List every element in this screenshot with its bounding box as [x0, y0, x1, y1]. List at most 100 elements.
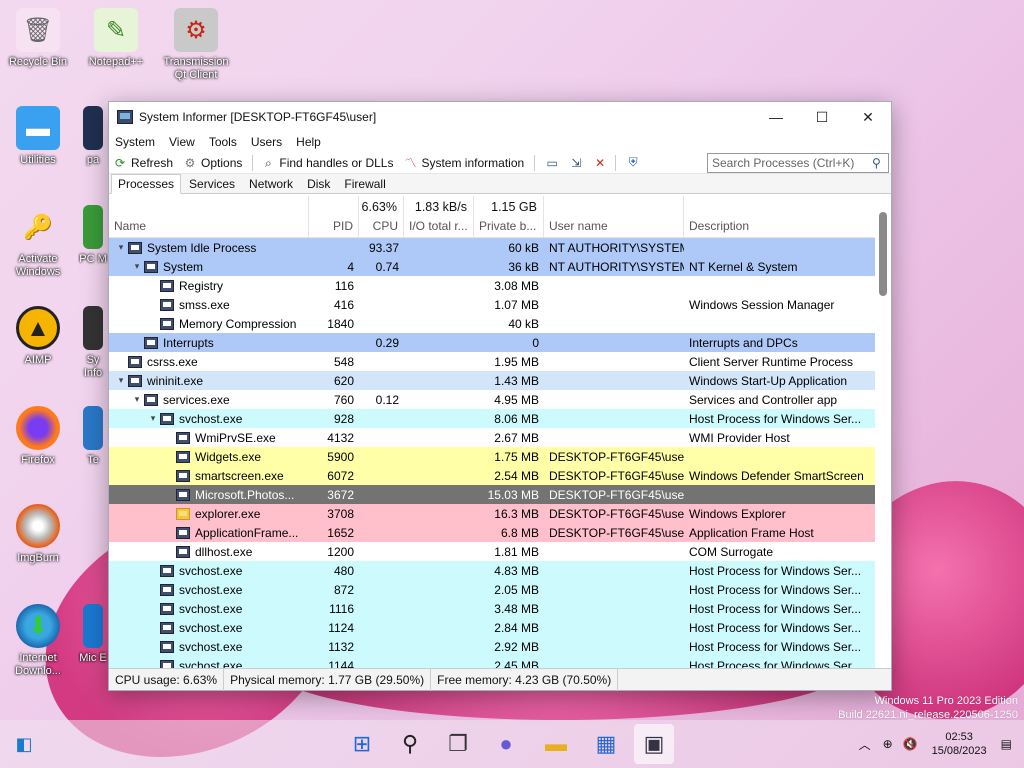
- desktop-icon-activate-windows[interactable]: 🔑 Activate Windows: [0, 205, 76, 279]
- process-cpu: 0.74: [375, 259, 399, 274]
- process-description: Interrupts and DPCs: [689, 335, 798, 350]
- desktop-icon-te[interactable]: Te: [78, 406, 108, 467]
- system-informer-taskbar-icon[interactable]: ▣: [634, 724, 674, 764]
- store-icon[interactable]: ▦: [586, 724, 626, 764]
- process-row[interactable]: Interrupts 0.29 0 Interrupts and DPCs: [109, 333, 875, 352]
- tab-services[interactable]: Services: [183, 175, 241, 193]
- desktop-icon-internet-download-manager[interactable]: ⬇ Internet Downlo...: [0, 604, 76, 678]
- process-row[interactable]: ▾ wininit.exe 620 1.43 MB Windows Start-Up A…: [109, 371, 875, 390]
- menu-tools[interactable]: Tools: [209, 135, 237, 149]
- process-row[interactable]: svchost.exe 1116 3.48 MB Host Process for W…: [109, 599, 875, 618]
- desktop-icon-pc-m[interactable]: PC M: [78, 205, 108, 266]
- status-cpu-usage: CPU usage: 6.63%: [109, 668, 225, 691]
- options-button[interactable]: ⚙ Options: [183, 156, 243, 170]
- process-row[interactable]: dllhost.exe 1200 1.81 MB COM Surrogate: [109, 542, 875, 561]
- desktop-icon-utilities[interactable]: ▬ Utilities: [0, 106, 76, 167]
- process-row[interactable]: svchost.exe 1132 2.92 MB Host Process for W…: [109, 637, 875, 656]
- close-button[interactable]: ✕: [845, 102, 891, 132]
- process-row[interactable]: svchost.exe 872 2.05 MB Host Process for Wi…: [109, 580, 875, 599]
- title-bar[interactable]: System Informer [DESKTOP-FT6GF45\user] —…: [109, 102, 891, 132]
- menu-users[interactable]: Users: [251, 135, 282, 149]
- search-input[interactable]: Search Processes (Ctrl+K) ⚲: [707, 152, 889, 173]
- process-row[interactable]: smartscreen.exe 6072 2.54 MB DESKTOP-FT6GF4…: [109, 466, 875, 485]
- process-icon: [160, 583, 174, 596]
- menu-help[interactable]: Help: [296, 135, 321, 149]
- desktop-icon-notepad-plus-plus[interactable]: ✎ Notepad++: [78, 8, 154, 69]
- teams-chat-icon[interactable]: ●: [486, 724, 526, 764]
- process-row[interactable]: Widgets.exe 5900 1.75 MB DESKTOP-FT6GF45\us…: [109, 447, 875, 466]
- expand-arrow-icon[interactable]: ▾: [130, 261, 144, 272]
- system-information-button[interactable]: 〽 System information: [403, 156, 524, 170]
- process-row[interactable]: ▾ System 4 0.74 36 kB NT AUTHORITY\SYSTEM NT K…: [109, 257, 875, 276]
- expand-arrow-icon[interactable]: ▾: [146, 413, 160, 424]
- process-row[interactable]: svchost.exe 1124 2.84 MB Host Process for W…: [109, 618, 875, 637]
- process-row[interactable]: Registry 116 3.08 MB: [109, 276, 875, 295]
- tab-firewall[interactable]: Firewall: [338, 175, 391, 193]
- menu-view[interactable]: View: [169, 135, 195, 149]
- process-private-bytes: 2.84 MB: [494, 620, 539, 635]
- find-handles-button[interactable]: ⌕ Find handles or DLLs: [261, 156, 393, 170]
- start-icon[interactable]: ⊞: [342, 724, 382, 764]
- process-pid: 1840: [327, 316, 354, 331]
- minimize-button[interactable]: —: [753, 102, 799, 132]
- column-cpu[interactable]: 6.63% CPU: [359, 196, 404, 237]
- tab-disk[interactable]: Disk: [301, 175, 336, 193]
- file-explorer-icon[interactable]: ▬: [536, 724, 576, 764]
- process-row[interactable]: ApplicationFrame... 1652 6.8 MB DESKTOP-FT6…: [109, 523, 875, 542]
- expand-arrow-icon[interactable]: ▾: [114, 242, 128, 253]
- tab-network[interactable]: Network: [243, 175, 299, 193]
- shield-icon[interactable]: ⛨: [624, 155, 642, 171]
- window-arrow-icon[interactable]: ⇲: [567, 155, 585, 171]
- process-row[interactable]: explorer.exe 3708 16.3 MB DESKTOP-FT6GF45\u…: [109, 504, 875, 523]
- column-name[interactable]: Name: [109, 196, 309, 237]
- vertical-scrollbar[interactable]: [879, 212, 887, 296]
- expand-arrow-icon[interactable]: ▾: [130, 394, 144, 405]
- desktop-icon-recycle-bin[interactable]: 🗑 Recycle Bin: [0, 8, 76, 69]
- clock[interactable]: 02:53 15/08/2023: [932, 730, 987, 758]
- process-row[interactable]: ▾ svchost.exe 928 8.06 MB Host Process for W…: [109, 409, 875, 428]
- process-row[interactable]: svchost.exe 480 4.83 MB Host Process for Wi…: [109, 561, 875, 580]
- search-icon[interactable]: ⚲: [390, 724, 430, 764]
- menu-system[interactable]: System: [115, 135, 155, 149]
- process-row[interactable]: Microsoft.Photos... 3672 15.03 MB DESKTOP-F…: [109, 485, 875, 504]
- chevron-up-icon[interactable]: ︿: [859, 736, 871, 753]
- widgets-icon[interactable]: ◧: [4, 724, 44, 764]
- column-private-bytes[interactable]: 1.15 GB Private b...: [474, 196, 544, 237]
- desktop-icon-transmission[interactable]: ⚙ Transmission Qt Client: [158, 8, 234, 82]
- desktop-icon-pa[interactable]: pa: [78, 106, 108, 167]
- process-row[interactable]: smss.exe 416 1.07 MB Windows Session Manage…: [109, 295, 875, 314]
- terminate-icon[interactable]: ✕: [591, 155, 609, 171]
- desktop-icon-aimp[interactable]: ▲ AIMP: [0, 306, 76, 367]
- desktop-icon-sy-info[interactable]: Sy Info: [78, 306, 108, 380]
- process-row[interactable]: WmiPrvSE.exe 4132 2.67 MB WMI Provider Host: [109, 428, 875, 447]
- column-io[interactable]: 1.83 kB/s I/O total r...: [404, 196, 474, 237]
- process-row[interactable]: ▾ services.exe 760 0.12 4.95 MB Services and …: [109, 390, 875, 409]
- process-icon: [128, 355, 142, 368]
- globe-icon[interactable]: ⊕: [883, 737, 893, 751]
- speaker-muted-icon[interactable]: 🔇: [903, 737, 918, 751]
- process-icon: [160, 317, 174, 330]
- desktop-icon-imgburn[interactable]: ImgBurn: [0, 504, 76, 565]
- desktop-icon-firefox[interactable]: Firefox: [0, 406, 76, 467]
- toolbar: ⟳ Refresh ⚙ Options ⌕ Find handles or DL…: [109, 152, 891, 174]
- tab-processes[interactable]: Processes: [111, 174, 182, 194]
- column-user-name[interactable]: User name: [544, 196, 684, 237]
- process-row[interactable]: Memory Compression 1840 40 kB: [109, 314, 875, 333]
- process-private-bytes: 1.43 MB: [494, 373, 539, 388]
- column-description[interactable]: Description: [684, 196, 875, 237]
- desktop-icon-mic-e[interactable]: Mic E: [78, 604, 108, 665]
- notification-icon[interactable]: ▤: [1001, 737, 1012, 751]
- process-name-cell: WmiPrvSE.exe: [109, 431, 309, 445]
- maximize-button[interactable]: ☐: [799, 102, 845, 132]
- refresh-button[interactable]: ⟳ Refresh: [113, 156, 173, 170]
- process-description: Windows Start-Up Application: [689, 373, 848, 388]
- process-row[interactable]: ▾ System Idle Process 93.37 60 kB NT AUTHORI…: [109, 238, 875, 257]
- expand-arrow-icon[interactable]: ▾: [114, 375, 128, 386]
- process-icon: [160, 298, 174, 311]
- column-pid[interactable]: PID: [309, 196, 359, 237]
- process-row[interactable]: csrss.exe 548 1.95 MB Client Server Runtime…: [109, 352, 875, 371]
- window-icon[interactable]: ▭: [543, 155, 561, 171]
- process-description: NT Kernel & System: [689, 259, 798, 274]
- task-view-icon[interactable]: ❐: [438, 724, 478, 764]
- menu-bar: System View Tools Users Help: [109, 132, 891, 152]
